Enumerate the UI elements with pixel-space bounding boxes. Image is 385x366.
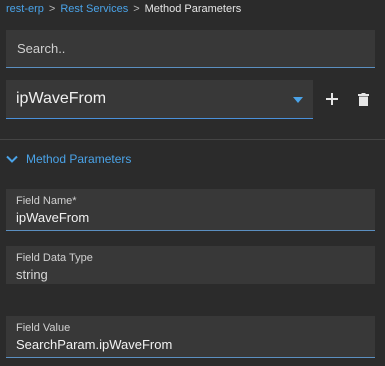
caret-down-icon[interactable] [293, 97, 303, 103]
breadcrumb-link-rest-services[interactable]: Rest Services [60, 3, 128, 15]
breadcrumb-link-rest-erp[interactable]: rest-erp [6, 3, 44, 15]
field-value-field[interactable]: Field Value SearchParam.ipWaveFrom [6, 316, 375, 358]
method-select[interactable]: ipWaveFrom [6, 80, 313, 119]
search-input[interactable] [6, 30, 375, 67]
field-name-label-text: Field Name [16, 195, 73, 207]
breadcrumb-current: Method Parameters [144, 3, 242, 15]
trash-icon [357, 92, 369, 106]
section-header-method-parameters[interactable]: Method Parameters [6, 150, 131, 168]
field-value-label: Field Value [16, 322, 71, 334]
field-data-type-field[interactable]: Field Data Type string [6, 246, 375, 284]
field-name-value[interactable]: ipWaveFrom [16, 210, 89, 225]
breadcrumb-separator: > [48, 3, 56, 15]
divider [0, 139, 385, 140]
field-data-type-value[interactable]: string [16, 267, 48, 282]
required-mark: * [72, 195, 77, 207]
delete-button[interactable] [354, 90, 372, 108]
field-name-field[interactable]: Field Name* ipWaveFrom [6, 189, 375, 231]
method-select-value: ipWaveFrom [16, 90, 107, 107]
field-data-type-label: Field Data Type [16, 252, 93, 264]
section-title: Method Parameters [26, 152, 132, 166]
breadcrumb-separator: > [133, 3, 140, 15]
search-box [6, 30, 375, 68]
field-value-value[interactable]: SearchParam.ipWaveFrom [16, 337, 172, 352]
chevron-down-icon[interactable] [6, 154, 18, 164]
plus-icon [326, 93, 338, 105]
add-button[interactable] [323, 90, 341, 108]
breadcrumb: rest-erp > Rest Services > Method Parameters [6, 2, 241, 16]
field-name-label: Field Name* [16, 195, 77, 207]
